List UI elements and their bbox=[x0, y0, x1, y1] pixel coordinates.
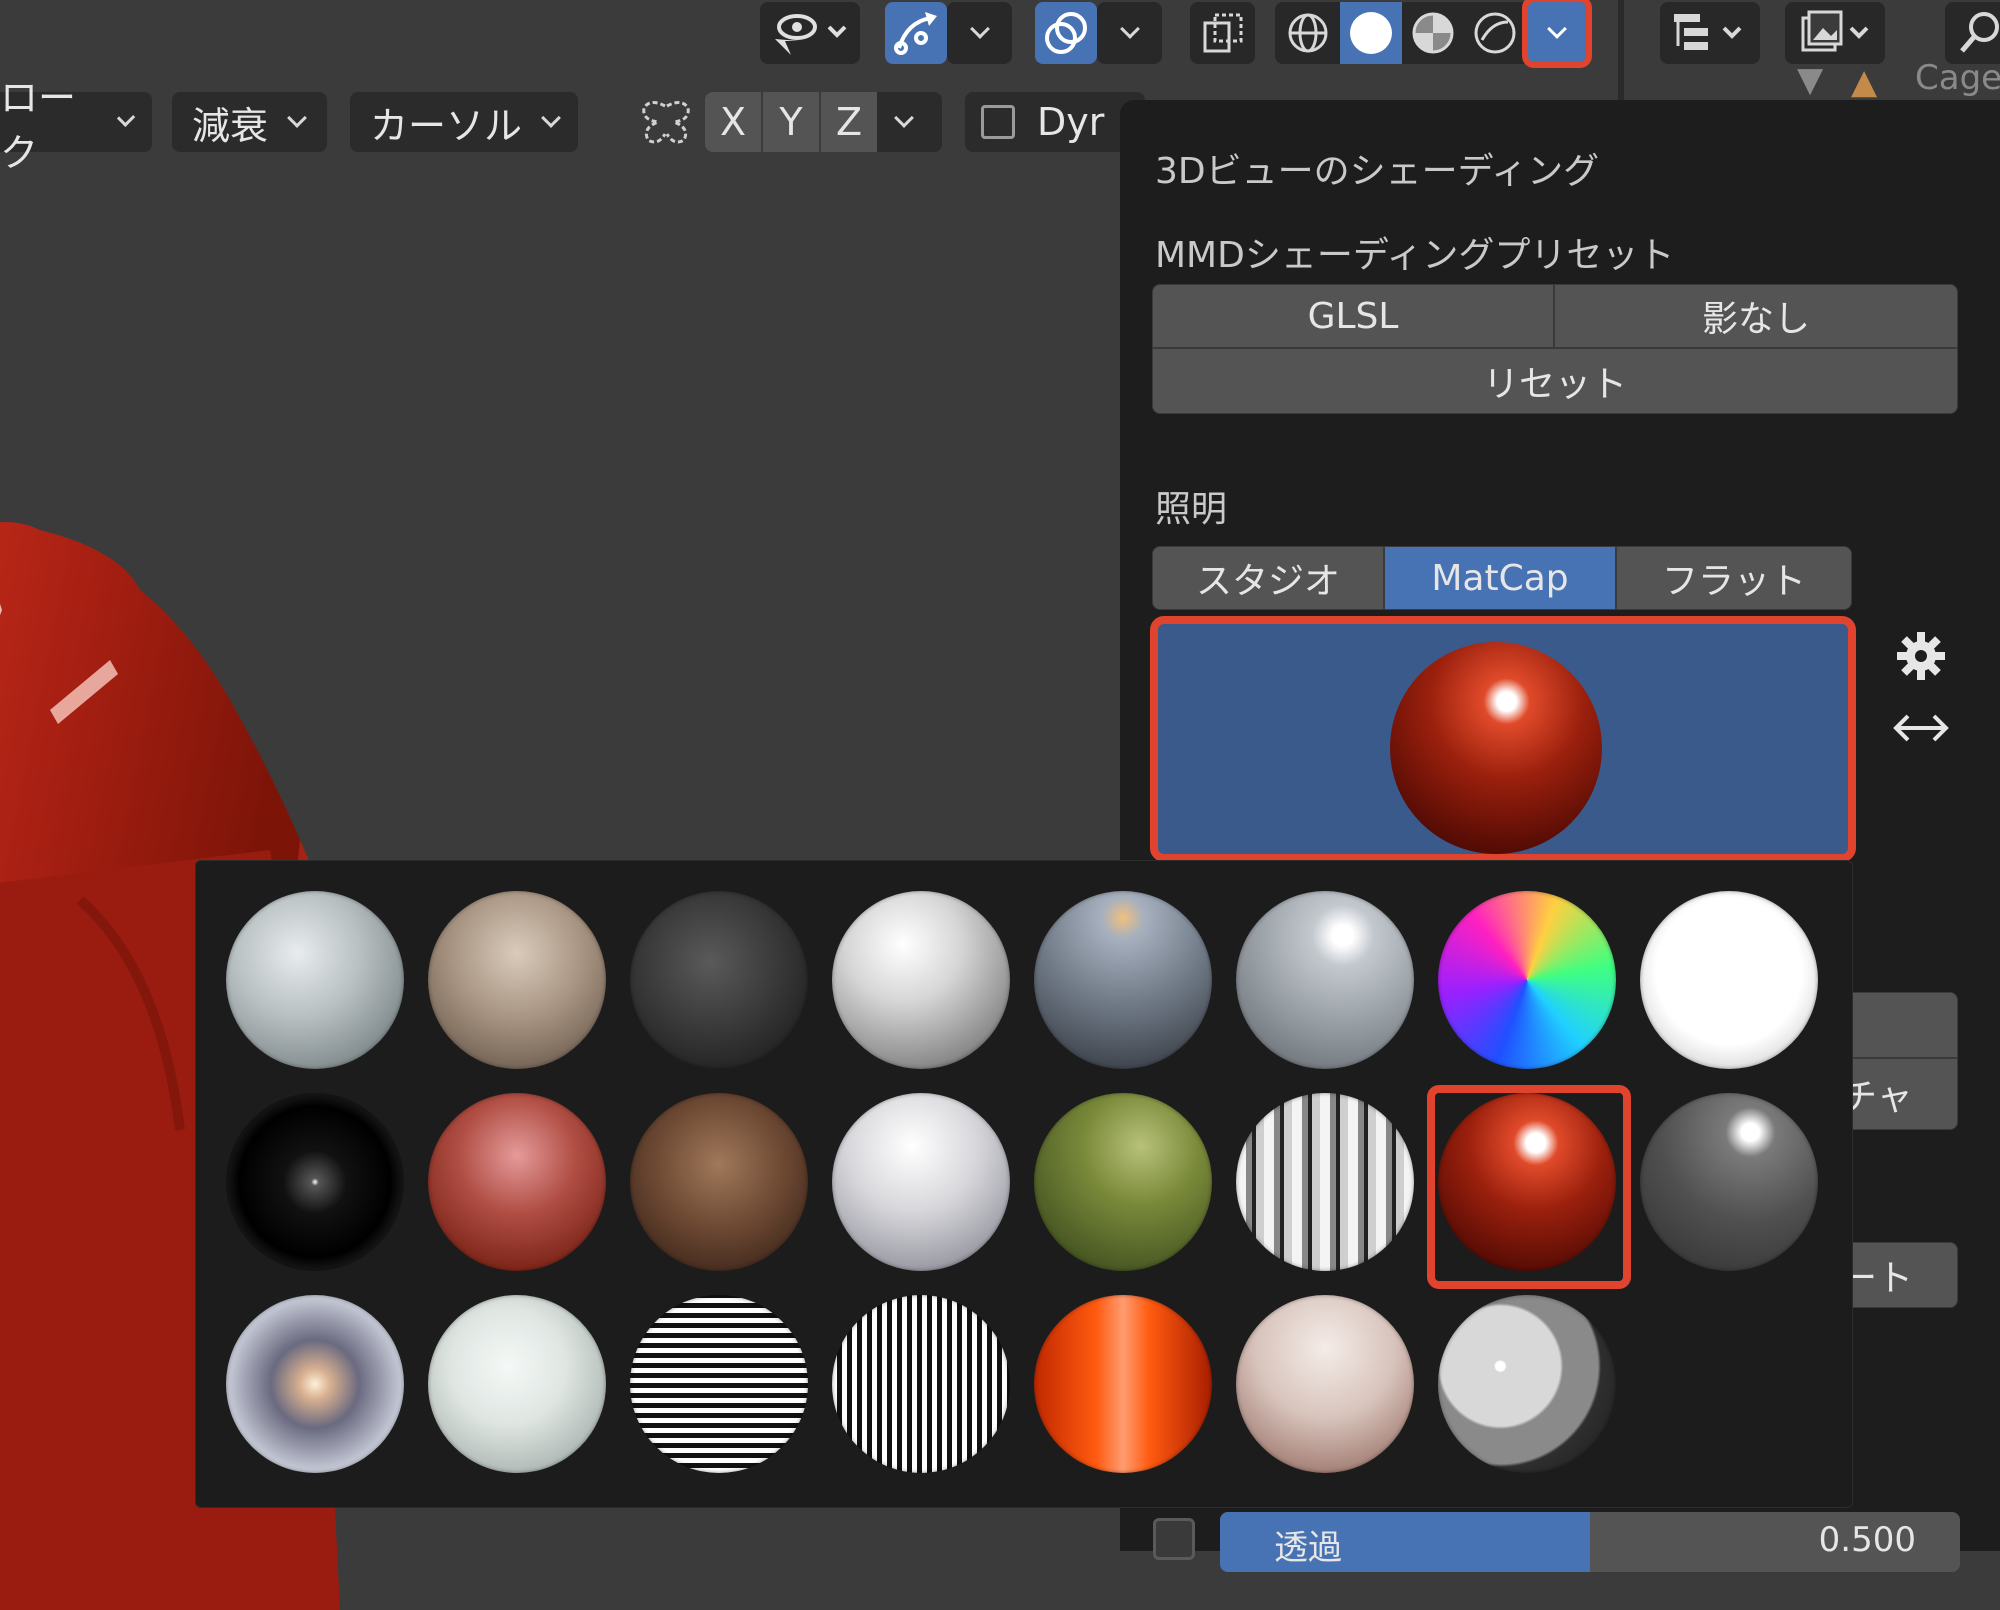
dyntopo-checkbox[interactable] bbox=[981, 105, 1015, 139]
mirror-z-toggle[interactable]: Z bbox=[821, 92, 877, 152]
wireframe-icon bbox=[1288, 13, 1327, 53]
matcap-sphere-ceramic-lightbulb[interactable] bbox=[1236, 891, 1414, 1069]
xray-toggle-icon bbox=[1203, 13, 1242, 53]
matcap-sphere-jade[interactable] bbox=[226, 1093, 404, 1271]
hidden-button-1[interactable] bbox=[1840, 992, 1958, 1058]
transparency-slider[interactable]: 透過 0.500 bbox=[1220, 1512, 1960, 1572]
shading-dropdown-highlight bbox=[1522, 0, 1592, 68]
lighting-tab-studio[interactable]: スタジオ bbox=[1152, 546, 1384, 610]
selected-matcap-sphere bbox=[1390, 642, 1602, 854]
lighting-matcap-label: MatCap bbox=[1431, 557, 1569, 599]
header-divider bbox=[1618, 0, 1624, 100]
lighting-studio-label: スタジオ bbox=[1195, 561, 1340, 602]
axis-z-label: Z bbox=[835, 100, 863, 144]
search-button[interactable] bbox=[1945, 2, 2000, 64]
matcap-sphere-metal-shiny[interactable] bbox=[1236, 1093, 1414, 1271]
matcap-sphere-stripes-horizontal[interactable] bbox=[1034, 1295, 1212, 1473]
lighting-flat-label: フラット bbox=[1661, 561, 1806, 602]
overlay-dropdown[interactable] bbox=[1097, 2, 1162, 64]
rendered-icon bbox=[1474, 12, 1516, 54]
matcap-sphere-check-normal[interactable] bbox=[1438, 891, 1616, 1069]
visibility-toggle[interactable] bbox=[760, 2, 860, 64]
horizontal-arrows-icon bbox=[1893, 714, 1949, 742]
material-preview-icon bbox=[1412, 12, 1454, 54]
mirror-toggle[interactable] bbox=[638, 98, 694, 148]
hidden-button-3[interactable]: ート bbox=[1840, 1242, 1958, 1308]
axis-x-label: X bbox=[719, 100, 747, 144]
panel-title: 3Dビューのシェーディング bbox=[1155, 151, 1600, 192]
matcap-sphere-metal-bronze[interactable] bbox=[630, 1093, 808, 1271]
matcap-sphere-basic-2[interactable] bbox=[428, 891, 606, 1069]
mmd-reset-button[interactable]: リセット bbox=[1152, 348, 1958, 414]
transparency-value: 0.500 bbox=[1818, 1520, 1916, 1560]
matcap-sphere-reflection-check[interactable] bbox=[1640, 1093, 1818, 1271]
image-stack-icon bbox=[1801, 10, 1869, 52]
matcap-sphere-metal-carpaint[interactable] bbox=[428, 1093, 606, 1271]
matcap-preview[interactable] bbox=[1150, 616, 1856, 862]
matcap-sphere-basic-side[interactable] bbox=[832, 891, 1010, 1069]
pivot-label: カーソル bbox=[370, 103, 523, 148]
shading-rendered-button[interactable] bbox=[1464, 2, 1526, 64]
lighting-tab-flat[interactable]: フラット bbox=[1616, 546, 1852, 610]
matcap-sphere-metal-lead[interactable] bbox=[1034, 1093, 1212, 1271]
mmd-shadeless-button[interactable]: 影なし bbox=[1554, 284, 1958, 348]
matcap-grid-popup bbox=[195, 860, 1853, 1508]
mmd-glsl-label: GLSL bbox=[1307, 295, 1399, 337]
outliner-tree-icon bbox=[1674, 14, 1742, 50]
dyntopo-toggle[interactable]: Dyr bbox=[965, 92, 1145, 152]
outliner-filter-button[interactable] bbox=[1660, 2, 1760, 64]
eye-pointer-icon bbox=[775, 14, 847, 55]
mmd-reset-label: リセット bbox=[1482, 364, 1627, 405]
gizmo-arrow-icon bbox=[894, 12, 937, 55]
search-icon bbox=[1960, 12, 1999, 53]
mirror-x-toggle[interactable]: X bbox=[705, 92, 761, 152]
falloff-dropdown[interactable]: 減衰 bbox=[172, 92, 327, 152]
matcap-sphere-check-rim-light[interactable] bbox=[1640, 891, 1818, 1069]
mmd-glsl-button[interactable]: GLSL bbox=[1152, 284, 1554, 348]
matcap-settings-button[interactable] bbox=[1893, 628, 1949, 684]
xray-toggle[interactable] bbox=[1190, 2, 1255, 64]
matcap-sphere-skin[interactable] bbox=[630, 1295, 808, 1473]
gear-icon bbox=[1897, 632, 1945, 680]
matcap-flip-button[interactable] bbox=[1890, 706, 1952, 750]
matcap-sphere-metal-anisotropic[interactable] bbox=[832, 1093, 1010, 1271]
matcap-sphere-ceramic-dark[interactable] bbox=[1034, 891, 1212, 1069]
gizmo-toggle[interactable] bbox=[885, 2, 947, 64]
mmd-shadeless-label: 影なし bbox=[1701, 299, 1810, 340]
shading-material-button[interactable] bbox=[1402, 2, 1464, 64]
overlay-toggle[interactable] bbox=[1035, 2, 1097, 64]
hidden-button-2[interactable]: チャ bbox=[1840, 1058, 1958, 1130]
outliner-cage-label: Cage bbox=[1915, 58, 2000, 98]
mmd-preset-label: MMDシェーディングプリセット bbox=[1155, 235, 1675, 276]
mirror-y-toggle[interactable]: Y bbox=[763, 92, 819, 152]
falloff-label: 減衰 bbox=[192, 103, 269, 148]
matcap-sphere-reflection-check-horizontal[interactable] bbox=[226, 1295, 404, 1473]
transparency-label: 透過 bbox=[1274, 1528, 1342, 1568]
shading-wireframe-button[interactable] bbox=[1275, 2, 1340, 64]
matcap-sphere-stripes-vertical[interactable] bbox=[1236, 1295, 1414, 1473]
lighting-tab-matcap[interactable]: MatCap bbox=[1384, 546, 1616, 610]
butterfly-mirror-icon bbox=[642, 101, 690, 144]
mirror-options-dropdown[interactable] bbox=[877, 92, 942, 152]
matcap-sphere-toon[interactable] bbox=[832, 1295, 1010, 1473]
matcap-sphere-resin[interactable] bbox=[428, 1295, 606, 1473]
matcap-sphere-basic-1[interactable] bbox=[226, 891, 404, 1069]
matcap-sphere-orange[interactable] bbox=[1438, 1295, 1616, 1473]
dyntopo-label: Dyr bbox=[1037, 100, 1105, 144]
gizmo-dropdown[interactable] bbox=[947, 2, 1012, 64]
matcap-selection-highlight bbox=[1427, 1085, 1631, 1289]
outliner-peek: ▼ ▲ Cage bbox=[1735, 58, 2000, 104]
axis-y-label: Y bbox=[779, 100, 803, 144]
matcap-sphere-basic-dark[interactable] bbox=[630, 891, 808, 1069]
lighting-label: 照明 bbox=[1155, 489, 1228, 530]
transparency-checkbox[interactable] bbox=[1153, 1518, 1195, 1560]
display-mode-button[interactable] bbox=[1785, 2, 1885, 64]
proportional-label: ローク bbox=[0, 76, 77, 175]
pivot-dropdown[interactable]: カーソル bbox=[350, 92, 578, 152]
solid-icon bbox=[1350, 12, 1392, 54]
overlay-circles-icon bbox=[1045, 12, 1087, 54]
shading-solid-button[interactable] bbox=[1340, 2, 1402, 64]
proportional-dropdown[interactable]: ローク bbox=[0, 76, 152, 175]
